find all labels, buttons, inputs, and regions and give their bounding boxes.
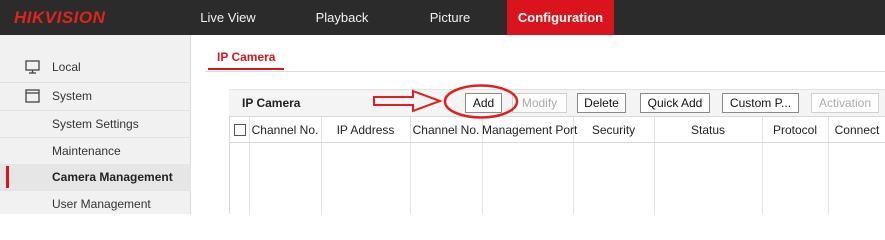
nav-picture[interactable]: Picture — [414, 0, 486, 35]
column-header-ip-address[interactable]: IP Address — [321, 117, 410, 143]
delete-button[interactable]: Delete — [577, 93, 626, 113]
sidebar-item-label: Maintenance — [52, 144, 121, 158]
modify-button[interactable]: Modify — [512, 93, 567, 113]
tab-ip-camera[interactable]: IP Camera — [208, 44, 285, 70]
activation-button[interactable]: Activation — [811, 93, 879, 113]
nav-configuration[interactable]: Configuration — [507, 0, 614, 35]
sidebar-item-label: System Settings — [52, 117, 139, 131]
sidebar-item-camera-management[interactable]: Camera Management — [0, 164, 191, 190]
tab-divider — [205, 71, 885, 72]
column-header-status[interactable]: Status — [654, 117, 762, 143]
monitor-icon — [25, 60, 40, 74]
sidebar-item-user-management[interactable]: User Management — [0, 191, 191, 217]
ip-camera-table: Channel No. IP Address Channel No. Manag… — [229, 116, 885, 214]
hikvision-logo: HIKVISION — [14, 8, 106, 27]
column-header-management-port[interactable]: Management Port — [482, 117, 577, 143]
column-header-connect[interactable]: Connect — [828, 117, 885, 143]
custom-protocol-button[interactable]: Custom P... — [722, 93, 799, 113]
sidebar-item-label: System — [52, 89, 93, 103]
quick-add-button[interactable]: Quick Add — [640, 93, 710, 113]
column-header-channel-no[interactable]: Channel No. — [249, 117, 321, 143]
column-header-security[interactable]: Security — [573, 117, 654, 143]
sidebar-item-label: Camera Management — [52, 170, 173, 184]
sidebar-item-system-settings[interactable]: System Settings — [0, 111, 191, 137]
table-title: IP Camera — [242, 96, 301, 110]
sidebar-item-maintenance[interactable]: Maintenance — [0, 138, 191, 164]
column-header-channel-no-2[interactable]: Channel No. — [410, 117, 482, 143]
nav-playback[interactable]: Playback — [302, 0, 382, 35]
table-toolbar: IP Camera Add Modify Delete Quick Add Cu… — [229, 89, 885, 116]
sidebar-item-system[interactable]: System — [0, 83, 191, 109]
table-header-row: Channel No. IP Address Channel No. Manag… — [230, 116, 885, 143]
column-header-protocol[interactable]: Protocol — [762, 117, 828, 143]
select-all-checkbox[interactable] — [234, 124, 246, 136]
sidebar: Local System System Settings Maintenance… — [0, 35, 191, 214]
nav-live-view[interactable]: Live View — [193, 0, 263, 35]
top-nav-bar: HIKVISION Live View Playback Picture Con… — [0, 0, 885, 35]
add-button[interactable]: Add — [465, 93, 502, 113]
sidebar-item-label: User Management — [52, 197, 151, 211]
window-icon — [25, 89, 40, 103]
sidebar-item-label: Local — [52, 60, 81, 74]
sidebar-item-local[interactable]: Local — [0, 54, 191, 80]
